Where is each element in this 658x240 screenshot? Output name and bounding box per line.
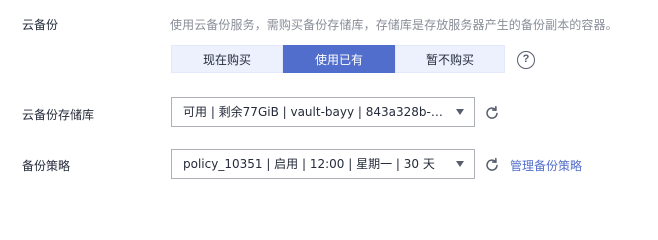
- option-use-existing-button[interactable]: 使用已有: [283, 45, 395, 73]
- chevron-down-icon: [456, 161, 464, 167]
- backup-option-group: 现在购买 使用已有 暂不购买: [171, 45, 505, 73]
- vault-refresh-icon[interactable]: [484, 105, 500, 121]
- vault-select-value: 可用 | 剩余77GiB | vault-bayy | 843a328b-50f…: [183, 105, 448, 119]
- policy-select-value: policy_10351 | 启用 | 12:00 | 星期一 | 30 天: [183, 157, 435, 171]
- question-circle-icon[interactable]: ?: [517, 51, 535, 69]
- backup-label: 云备份: [22, 18, 59, 32]
- policy-select[interactable]: policy_10351 | 启用 | 12:00 | 星期一 | 30 天: [171, 149, 475, 179]
- policy-refresh-icon[interactable]: [484, 157, 500, 173]
- backup-description: 使用云备份服务，需购买备份存储库，存储库是存放服务器产生的备份副本的容器。: [170, 18, 618, 32]
- vault-select[interactable]: 可用 | 剩余77GiB | vault-bayy | 843a328b-50f…: [171, 97, 475, 127]
- chevron-down-icon: [456, 109, 464, 115]
- option-buy-now-button[interactable]: 现在购买: [171, 45, 283, 73]
- option-not-buy-button[interactable]: 暂不购买: [395, 45, 505, 73]
- manage-policy-link[interactable]: 管理备份策略: [510, 157, 582, 174]
- policy-label: 备份策略: [22, 159, 71, 173]
- vault-label: 云备份存储库: [22, 108, 95, 122]
